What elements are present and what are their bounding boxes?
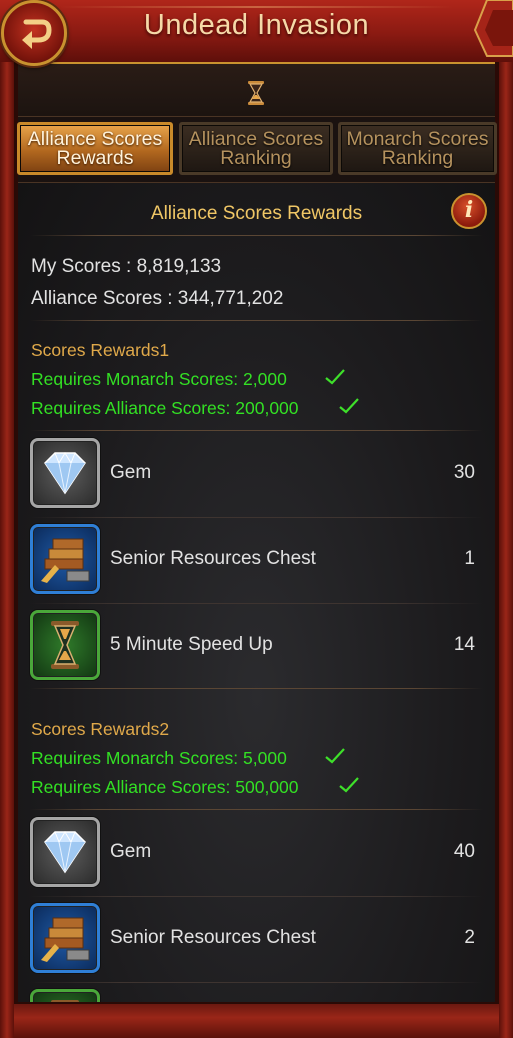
tab-monarch-scores-ranking[interactable]: Monarch Scores Ranking <box>338 122 497 175</box>
check-icon <box>325 369 345 385</box>
reward-name: Gem <box>110 462 152 483</box>
resources-chest-icon <box>30 524 100 594</box>
check-icon <box>325 748 345 764</box>
frame-right-inner <box>495 62 499 1038</box>
reward-group-title: Scores Rewards1 <box>31 340 170 360</box>
reward-quantity: 30 <box>453 462 475 483</box>
tab-label: Monarch Scores Ranking <box>346 127 489 169</box>
back-button[interactable] <box>1 0 67 66</box>
hourglass-icon <box>30 610 100 680</box>
info-button[interactable]: i <box>451 193 487 229</box>
reward-item: Senior Resources Chest 1 <box>18 518 495 604</box>
bottom-frame <box>14 1002 499 1038</box>
divider <box>30 430 483 431</box>
frame-left <box>0 62 14 1038</box>
rewards-panel[interactable]: Alliance Scores Rewards i My Scores : 8,… <box>18 182 495 1038</box>
hourglass-icon <box>248 81 264 105</box>
tab-label: Alliance Scores Ranking <box>188 127 324 169</box>
requirement-alliance: Requires Alliance Scores: 200,000 <box>31 398 299 418</box>
reward-name: Senior Resources Chest <box>110 548 316 569</box>
reward-group-title: Scores Rewards2 <box>31 719 170 739</box>
reward-item: Senior Resources Chest 2 <box>18 897 495 983</box>
reward-name: 5 Minute Speed Up <box>110 634 273 655</box>
panel-title: Alliance Scores Rewards <box>150 203 363 224</box>
gem-icon <box>30 438 100 508</box>
requirement-alliance: Requires Alliance Scores: 500,000 <box>31 777 299 797</box>
divider <box>30 235 483 236</box>
requirement-monarch: Requires Monarch Scores: 5,000 <box>31 748 287 768</box>
back-arrow-icon <box>22 19 52 49</box>
reward-item: Gem 30 <box>18 432 495 518</box>
page-title: Undead Invasion <box>143 9 370 41</box>
resources-chest-icon <box>30 903 100 973</box>
tab-alliance-scores-ranking[interactable]: Alliance Scores Ranking <box>179 122 333 175</box>
tab-label: Alliance Scores Rewards <box>27 127 163 169</box>
tab-bar: Alliance Scores Rewards Alliance Scores … <box>17 122 497 176</box>
check-icon <box>339 398 359 414</box>
divider <box>30 688 483 689</box>
divider <box>30 320 483 321</box>
reward-item: Gem 40 <box>18 811 495 897</box>
reward-quantity: 2 <box>464 927 475 948</box>
divider <box>30 809 483 810</box>
header-ornament <box>473 0 513 57</box>
reward-name: Senior Resources Chest <box>110 927 316 948</box>
alliance-scores: Alliance Scores : 344,771,202 <box>31 288 284 309</box>
reward-item: 5 Minute Speed Up 14 <box>18 604 495 690</box>
tab-alliance-scores-rewards[interactable]: Alliance Scores Rewards <box>17 122 173 175</box>
requirement-monarch: Requires Monarch Scores: 2,000 <box>31 369 287 389</box>
gem-icon <box>30 817 100 887</box>
my-scores: My Scores : 8,819,133 <box>31 256 222 277</box>
frame-right <box>499 62 513 1038</box>
check-icon <box>339 777 359 793</box>
header-bar: Undead Invasion <box>0 0 513 64</box>
reward-quantity: 14 <box>453 634 475 655</box>
reward-name: Gem <box>110 841 152 862</box>
reward-quantity: 1 <box>464 548 475 569</box>
reward-quantity: 40 <box>453 841 475 862</box>
